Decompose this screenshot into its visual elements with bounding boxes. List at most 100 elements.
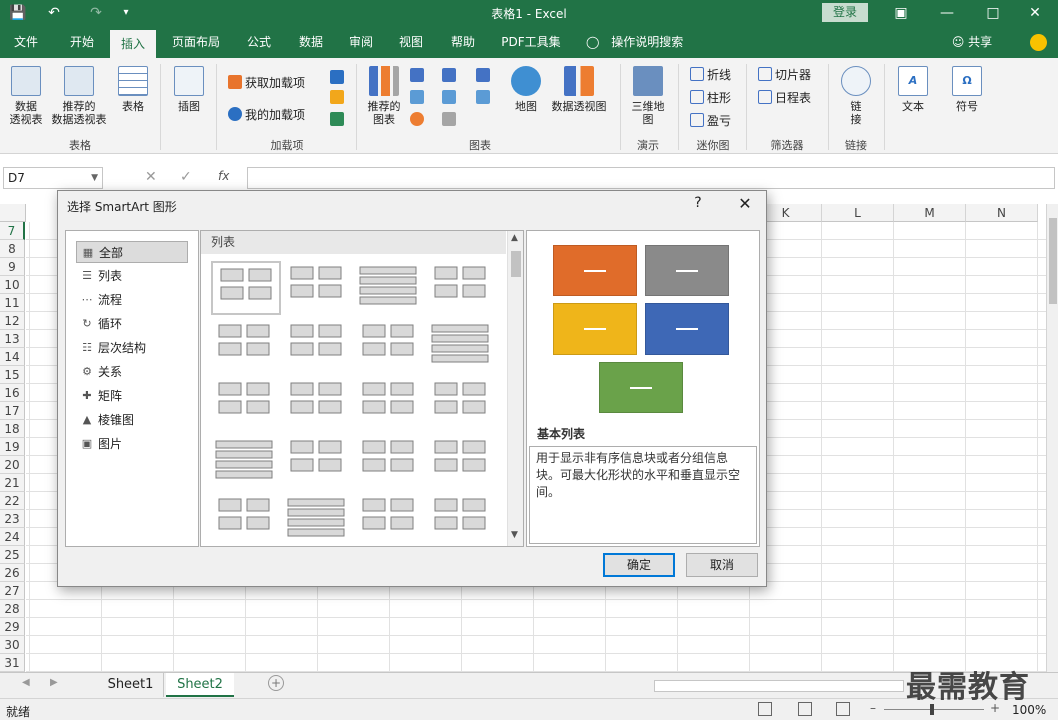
gallery-scrollbar[interactable]: ▲ ▼	[507, 231, 523, 546]
confirm-entry-icon[interactable]: ✓	[180, 169, 192, 185]
people-graph-icon[interactable]	[330, 112, 344, 126]
row-header[interactable]: 18	[0, 420, 25, 438]
link-button[interactable]: 链 接	[838, 66, 874, 126]
tab-help[interactable]: 帮助	[442, 26, 484, 58]
scroll-down-icon[interactable]: ▼	[511, 530, 518, 540]
tab-home[interactable]: 开始	[60, 26, 104, 58]
row-header[interactable]: 14	[0, 348, 25, 366]
symbols-button[interactable]: Ω 符号	[950, 66, 984, 113]
bar-chart-icon[interactable]	[442, 68, 456, 82]
gallery-scroll-thumb[interactable]	[511, 251, 521, 277]
category-item[interactable]: ▲ 棱锥图	[76, 409, 188, 431]
sparkline-line-button[interactable]: 折线	[690, 66, 731, 83]
customize-qat-icon[interactable]: ▾	[116, 3, 136, 23]
3d-map-button[interactable]: 三维地 图	[628, 66, 668, 126]
tab-review[interactable]: 审阅	[340, 26, 382, 58]
row-header[interactable]: 11	[0, 294, 25, 312]
column-header[interactable]: M	[894, 204, 966, 222]
category-item[interactable]: ⋯ 流程	[76, 289, 188, 311]
column-header[interactable]: L	[822, 204, 894, 222]
normal-view-icon[interactable]	[758, 702, 772, 716]
statistic-chart-icon[interactable]	[442, 90, 456, 104]
row-header[interactable]: 29	[0, 618, 25, 636]
maximize-icon[interactable]: □	[970, 0, 1016, 26]
category-item[interactable]: ☰ 列表	[76, 265, 188, 287]
scroll-left-icon[interactable]: ◀	[22, 677, 30, 688]
insert-function-icon[interactable]: fx	[218, 169, 229, 183]
layout-thumbnail[interactable]	[427, 377, 497, 431]
cancel-button[interactable]: 取消	[686, 553, 758, 577]
row-header[interactable]: 25	[0, 546, 25, 564]
category-item[interactable]: ⚙ 关系	[76, 361, 188, 383]
zoom-out-icon[interactable]: –	[870, 701, 876, 715]
layout-thumbnail[interactable]	[355, 435, 425, 489]
bing-icon[interactable]	[330, 90, 344, 104]
layout-thumbnail[interactable]	[211, 377, 281, 431]
row-header[interactable]: 20	[0, 456, 25, 474]
table-button[interactable]: 表格	[114, 66, 152, 113]
combo-chart-icon[interactable]	[476, 90, 490, 104]
layout-thumbnail[interactable]	[211, 493, 281, 546]
row-header[interactable]: 7	[0, 222, 25, 240]
add-sheet-icon[interactable]: +	[268, 675, 284, 691]
row-header[interactable]: 8	[0, 240, 25, 258]
row-header[interactable]: 10	[0, 276, 25, 294]
row-header[interactable]: 28	[0, 600, 25, 618]
tell-me-search[interactable]: ◯ 操作说明搜索	[586, 26, 692, 58]
sparkline-column-button[interactable]: 柱形	[690, 89, 731, 106]
ok-button[interactable]: 确定	[603, 553, 675, 577]
row-header[interactable]: 13	[0, 330, 25, 348]
tab-pdf[interactable]: PDF工具集	[496, 26, 566, 58]
tab-file[interactable]: 文件	[4, 26, 48, 58]
timeline-button[interactable]: 日程表	[758, 89, 811, 106]
row-header[interactable]: 23	[0, 510, 25, 528]
row-header[interactable]: 9	[0, 258, 25, 276]
category-item[interactable]: ↻ 循环	[76, 313, 188, 335]
page-layout-view-icon[interactable]	[798, 702, 812, 716]
scatter-chart-icon[interactable]	[442, 112, 456, 126]
layout-thumbnail[interactable]	[283, 435, 353, 489]
row-header[interactable]: 21	[0, 474, 25, 492]
scroll-up-icon[interactable]: ▲	[511, 233, 518, 243]
zoom-slider[interactable]	[884, 709, 984, 710]
visio-icon[interactable]	[330, 70, 344, 84]
row-header[interactable]: 24	[0, 528, 25, 546]
page-break-view-icon[interactable]	[836, 702, 850, 716]
layout-thumbnail[interactable]	[427, 493, 497, 546]
tab-page-layout[interactable]: 页面布局	[164, 26, 228, 58]
row-header[interactable]: 17	[0, 402, 25, 420]
layout-thumbnail[interactable]	[283, 493, 353, 546]
chevron-down-icon[interactable]: ▼	[91, 168, 98, 188]
pivot-table-button[interactable]: 数据 透视表	[6, 66, 46, 126]
select-all-corner[interactable]	[0, 204, 26, 222]
redo-icon[interactable]: ↷	[86, 3, 106, 23]
tab-data[interactable]: 数据	[290, 26, 332, 58]
hierarchy-chart-icon[interactable]	[476, 68, 490, 82]
formula-input[interactable]	[247, 167, 1055, 189]
layout-thumbnail[interactable]	[427, 319, 497, 373]
text-button[interactable]: A 文本	[896, 66, 930, 113]
undo-icon[interactable]: ↶	[44, 3, 64, 23]
layout-thumbnail[interactable]	[355, 261, 425, 315]
category-item[interactable]: ▦ 全部	[76, 241, 188, 263]
row-header[interactable]: 19	[0, 438, 25, 456]
layout-thumbnail[interactable]	[355, 377, 425, 431]
help-icon[interactable]: ?	[688, 195, 708, 215]
category-item[interactable]: ☷ 层次结构	[76, 337, 188, 359]
sheet-tab-sheet1[interactable]: Sheet1	[98, 673, 164, 697]
row-header[interactable]: 26	[0, 564, 25, 582]
row-header[interactable]: 16	[0, 384, 25, 402]
share-button[interactable]: ☺ 共享	[946, 26, 998, 58]
name-box[interactable]: D7 ▼	[3, 167, 103, 189]
row-header[interactable]: 27	[0, 582, 25, 600]
pivot-chart-button[interactable]: 数据透视图	[548, 66, 610, 113]
scroll-right-icon[interactable]: ▶	[50, 677, 58, 688]
line-chart-icon[interactable]	[410, 90, 424, 104]
layout-thumbnail[interactable]	[355, 319, 425, 373]
layout-thumbnail[interactable]	[283, 319, 353, 373]
smiley-feedback-icon[interactable]	[1030, 34, 1047, 51]
save-icon[interactable]: 💾	[8, 3, 28, 23]
my-addins-button[interactable]: 我的加载项	[228, 106, 305, 123]
layout-thumbnail[interactable]	[211, 261, 281, 315]
tab-insert[interactable]: 插入	[110, 30, 156, 58]
